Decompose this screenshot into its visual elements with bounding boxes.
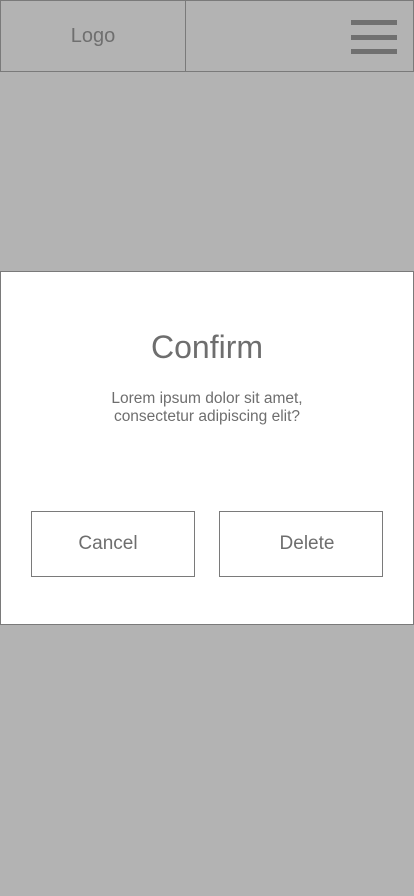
logo[interactable]: Logo [1,1,186,71]
menu-bar-bottom [351,49,397,54]
menu-bar-top [351,20,397,25]
delete-button-label: Delete [279,533,335,554]
dialog-message-line-1: Lorem ipsum dolor sit amet, [111,390,303,407]
hamburger-menu-icon[interactable] [351,20,397,54]
cancel-button-label: Cancel [78,533,138,554]
confirm-dialog: Confirm Lorem ipsum dolor sit amet, cons… [0,271,414,625]
dialog-title: Confirm [150,329,263,365]
cancel-button[interactable]: Cancel [31,511,195,577]
logo-text: Logo [70,24,116,47]
app-header: Logo [0,0,414,72]
dialog-message-line-2: consectetur adipiscing elit? [113,408,301,425]
delete-button[interactable]: Delete [219,511,383,577]
dialog-message: Lorem ipsum dolor sit amet, consectetur … [1,390,413,426]
menu-bar-middle [351,34,397,40]
